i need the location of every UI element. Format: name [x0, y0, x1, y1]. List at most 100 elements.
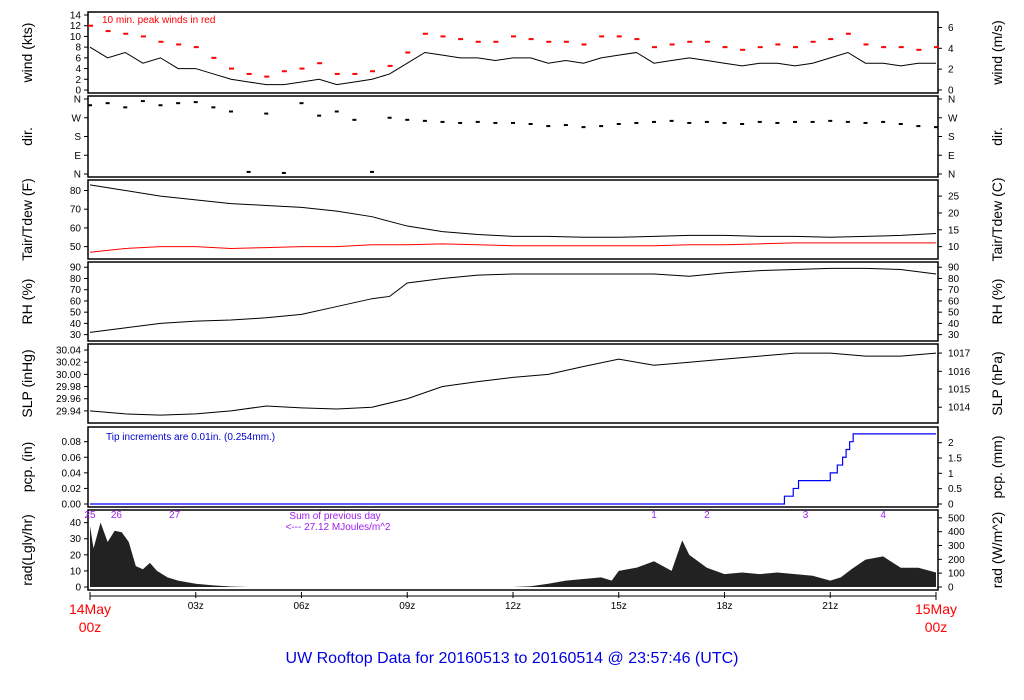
peak-mark [828, 38, 834, 41]
y-right-tick-label: S [948, 132, 955, 143]
direction-mark [881, 120, 886, 123]
y-right-tick-label: 30 [948, 330, 960, 341]
y-tick-label: W [72, 113, 82, 124]
peak-mark [563, 40, 569, 43]
temp-ylabel-right: Tair/Tdew (C) [989, 177, 1005, 261]
y-tick-label: 70 [70, 285, 82, 296]
direction-mark [863, 121, 868, 124]
y-tick-label: 30.02 [56, 358, 81, 369]
y-right-tick-label: 0 [948, 583, 954, 594]
y-tick-label: 0.06 [62, 453, 82, 464]
rh-ylabel-right: RH (%) [989, 279, 1005, 325]
direction-mark [898, 123, 903, 125]
peak-mark [669, 43, 675, 46]
direction-mark [317, 114, 322, 117]
direction-mark [158, 104, 163, 107]
peak-mark [281, 70, 287, 73]
peak-mark [440, 35, 446, 38]
peak-mark [722, 46, 728, 49]
direction-mark [616, 123, 621, 125]
direction-mark [934, 126, 938, 129]
direction-mark [757, 120, 762, 123]
direction-mark [546, 125, 551, 128]
peak-mark [775, 43, 781, 46]
wind-panel-frame [87, 11, 939, 94]
y-right-tick-label: E [948, 151, 955, 162]
rh-ylabel: RH (%) [19, 279, 35, 325]
x-tick-label: 03z [188, 601, 204, 612]
y-right-tick-label: 80 [948, 274, 960, 285]
y-tick-label: 8 [75, 43, 81, 54]
weather-chart: 024681012140246wind (kts) wind (m/s)10 mi… [19, 11, 1005, 636]
peak-mark [652, 46, 657, 49]
y-right-tick-label: 1 [948, 469, 954, 480]
peak-mark [616, 35, 622, 38]
peak-mark [881, 46, 887, 49]
y-right-tick-label: 25 [948, 192, 960, 203]
y-right-tick-label: N [948, 170, 955, 181]
y-right-tick-label: 2 [948, 65, 954, 76]
y-right-tick-label: 2 [948, 438, 954, 449]
direction-mark [299, 102, 304, 105]
y-tick-label: 10 [70, 566, 82, 577]
peak-mark [687, 40, 693, 43]
peak-mark [810, 40, 816, 43]
direction-mark [334, 110, 339, 113]
y-tick-label: 30 [70, 534, 82, 545]
y-tick-label: 60 [70, 223, 82, 234]
y-tick-label: 40 [70, 518, 82, 529]
x-tick-label: 15z [611, 601, 627, 612]
y-right-tick-label: 15 [948, 225, 960, 236]
peak-mark [140, 35, 146, 38]
y-tick-label: 0 [75, 583, 81, 594]
y-right-tick-label: 500 [948, 513, 965, 524]
y-tick-label: 70 [70, 205, 82, 216]
hour-marker: 26 [111, 510, 123, 521]
wind-annotation: 10 min. peak winds in red [102, 15, 215, 26]
direction-mark [722, 121, 727, 124]
dir-panel-frame [87, 95, 939, 178]
y-tick-label: 14 [70, 11, 82, 22]
y-tick-label: 50 [70, 242, 82, 253]
dir-ylabel: dir. [19, 127, 35, 146]
y-right-tick-label: 50 [948, 308, 960, 319]
peak-mark [581, 43, 587, 46]
temp-panel-frame [87, 179, 939, 260]
x-tick-label: 09z [399, 601, 415, 612]
x-tick-label: 12z [505, 601, 521, 612]
peak-mark [158, 40, 164, 43]
y-tick-label: 30.04 [56, 346, 81, 357]
slp-ylabel: SLP (inHg) [19, 349, 35, 417]
peak-mark [405, 51, 411, 54]
peak-mark [546, 40, 552, 43]
peak-mark [88, 24, 93, 27]
peak-mark [599, 35, 605, 38]
direction-mark [828, 119, 833, 122]
direction-mark [775, 121, 780, 124]
x-time-label: 00z [925, 619, 948, 635]
peak-mark [916, 48, 922, 51]
direction-mark [264, 112, 269, 115]
wind-ylabel: wind (kts) [19, 23, 35, 84]
direction-mark [511, 121, 515, 124]
hour-marker: 3 [803, 510, 809, 521]
x-date-label: 15May [915, 601, 957, 617]
peak-mark [458, 38, 464, 41]
y-right-tick-label: 400 [948, 527, 965, 538]
y-tick-label: 29.96 [56, 394, 81, 405]
Tair-line [89, 184, 937, 238]
peak-mark [704, 40, 710, 43]
y-tick-label: 0.00 [62, 500, 82, 511]
peak-mark [176, 43, 182, 46]
peak-mark [845, 32, 851, 35]
y-tick-label: 80 [70, 186, 82, 197]
direction-mark [105, 102, 110, 105]
y-right-tick-label: 1016 [948, 367, 971, 378]
y-tick-label: E [74, 151, 81, 162]
dir-ylabel-right: dir. [989, 127, 1005, 146]
y-tick-label: 12 [70, 21, 82, 32]
direction-mark [422, 119, 427, 122]
direction-mark [704, 120, 709, 123]
y-tick-label: 30 [70, 330, 82, 341]
y-tick-label: N [74, 170, 81, 181]
